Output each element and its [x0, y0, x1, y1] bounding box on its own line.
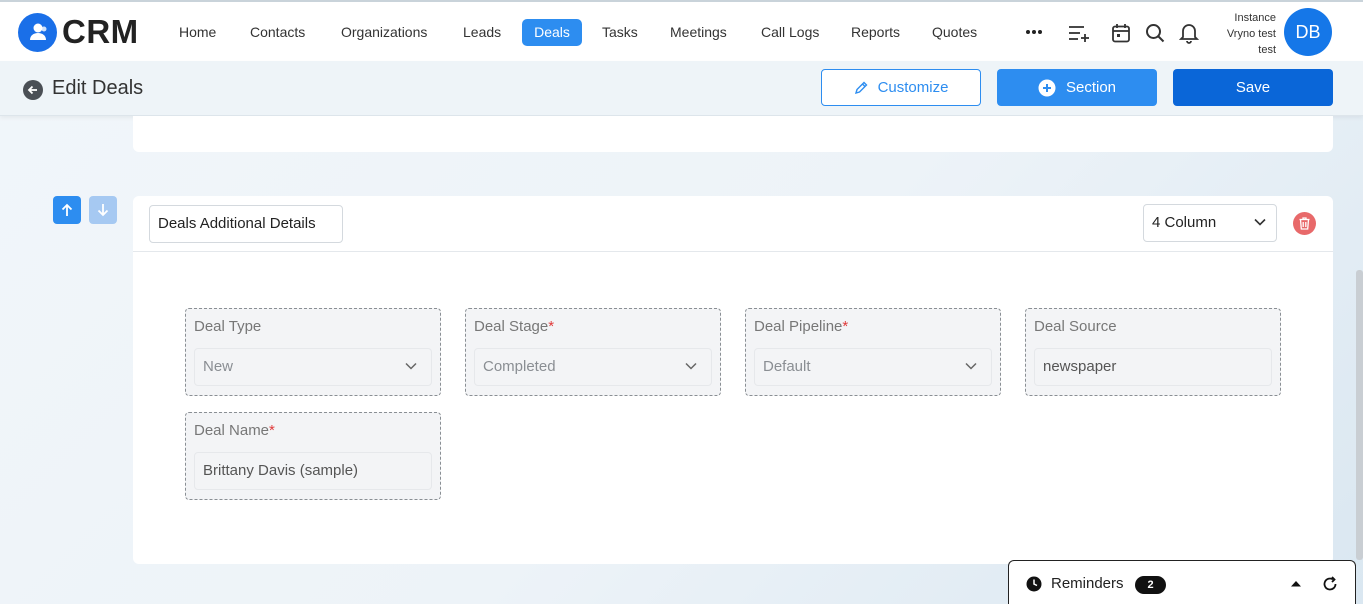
deal-type-select[interactable]: New — [194, 348, 432, 386]
previous-section-card — [133, 116, 1333, 152]
field-label: Deal Stage* — [474, 318, 555, 335]
calendar-icon[interactable] — [1109, 21, 1133, 45]
search-icon[interactable] — [1143, 21, 1167, 45]
field-deal-type[interactable]: Deal Type New — [185, 308, 441, 396]
nav-tasks[interactable]: Tasks — [594, 19, 646, 46]
app-logo[interactable]: CRM — [18, 12, 139, 52]
reminders-count-badge: 2 — [1135, 576, 1166, 594]
add-section-button[interactable]: Section — [997, 69, 1157, 106]
nav-organizations[interactable]: Organizations — [333, 19, 435, 46]
section-name-input[interactable]: Deals Additional Details — [149, 205, 343, 243]
chevron-down-icon — [965, 362, 977, 370]
nav-home[interactable]: Home — [171, 19, 224, 46]
app-name: CRM — [62, 13, 139, 50]
page-title: Edit Deals — [52, 77, 144, 99]
instance-label: Instance — [1234, 12, 1276, 24]
move-up-icon[interactable] — [53, 196, 81, 224]
deal-stage-value: Completed — [483, 358, 556, 375]
deal-source-input[interactable]: newspaper — [1034, 348, 1272, 386]
save-label: Save — [1235, 79, 1271, 96]
field-deal-source[interactable]: Deal Source newspaper — [1025, 308, 1281, 396]
customize-label: Customize — [877, 79, 949, 96]
nav-quotes[interactable]: Quotes — [924, 19, 985, 46]
nav-deals[interactable]: Deals — [522, 19, 582, 46]
more-icon[interactable] — [1022, 22, 1046, 42]
deal-pipeline-select[interactable]: Default — [754, 348, 992, 386]
clock-icon — [1026, 576, 1042, 592]
reminders-panel[interactable]: Reminders 2 — [1008, 560, 1356, 604]
plus-circle-icon — [1038, 79, 1056, 96]
save-button[interactable]: Save — [1173, 69, 1333, 106]
pencil-icon — [854, 81, 868, 94]
field-label: Deal Pipeline* — [754, 318, 849, 335]
column-count-select[interactable]: 4 Column — [1143, 204, 1277, 242]
add-list-icon[interactable] — [1067, 21, 1091, 45]
section-card-header: Deals Additional Details 4 Column — [133, 196, 1333, 252]
customize-button[interactable]: Customize — [821, 69, 981, 106]
move-down-icon[interactable] — [89, 196, 117, 224]
nav-meetings[interactable]: Meetings — [662, 19, 735, 46]
nav-call-logs[interactable]: Call Logs — [753, 19, 827, 46]
caret-up-icon[interactable] — [1290, 580, 1302, 587]
chevron-down-icon — [1254, 218, 1266, 226]
reminders-label: Reminders — [1051, 575, 1124, 592]
user-group-icon — [18, 12, 57, 52]
field-label: Deal Name* — [194, 422, 275, 439]
deal-type-value: New — [203, 358, 234, 375]
nav-leads[interactable]: Leads — [455, 19, 509, 46]
back-arrow-icon[interactable] — [23, 80, 43, 100]
field-label: Deal Source — [1034, 318, 1117, 335]
chevron-down-icon — [405, 362, 417, 370]
nav-reports[interactable]: Reports — [843, 19, 908, 46]
chevron-down-icon — [685, 362, 697, 370]
deal-name-input[interactable]: Brittany Davis (sample) — [194, 452, 432, 490]
page-header: Edit Deals Customize Section Save — [0, 61, 1363, 116]
instance-name: Vryno test — [1226, 28, 1276, 40]
trash-icon[interactable] — [1293, 212, 1316, 235]
nav-contacts[interactable]: Contacts — [242, 19, 313, 46]
refresh-icon[interactable] — [1322, 576, 1338, 592]
scrollbar[interactable] — [1356, 270, 1363, 560]
field-deal-name[interactable]: Deal Name* Brittany Davis (sample) — [185, 412, 441, 500]
column-count-value: 4 Column — [1152, 214, 1217, 231]
avatar[interactable]: DB — [1284, 8, 1332, 56]
top-navbar: CRM Home Contacts Organizations Leads De… — [0, 0, 1363, 61]
field-label: Deal Type — [194, 318, 262, 335]
field-deal-pipeline[interactable]: Deal Pipeline* Default — [745, 308, 1001, 396]
field-deal-stage[interactable]: Deal Stage* Completed — [465, 308, 721, 396]
instance-info: Instance Vryno test test — [1227, 10, 1276, 58]
deal-pipeline-value: Default — [763, 358, 811, 375]
instance-name-cont: test — [1258, 44, 1276, 56]
deal-stage-select[interactable]: Completed — [474, 348, 712, 386]
section-label: Section — [1065, 79, 1117, 96]
bell-icon[interactable] — [1177, 21, 1201, 45]
